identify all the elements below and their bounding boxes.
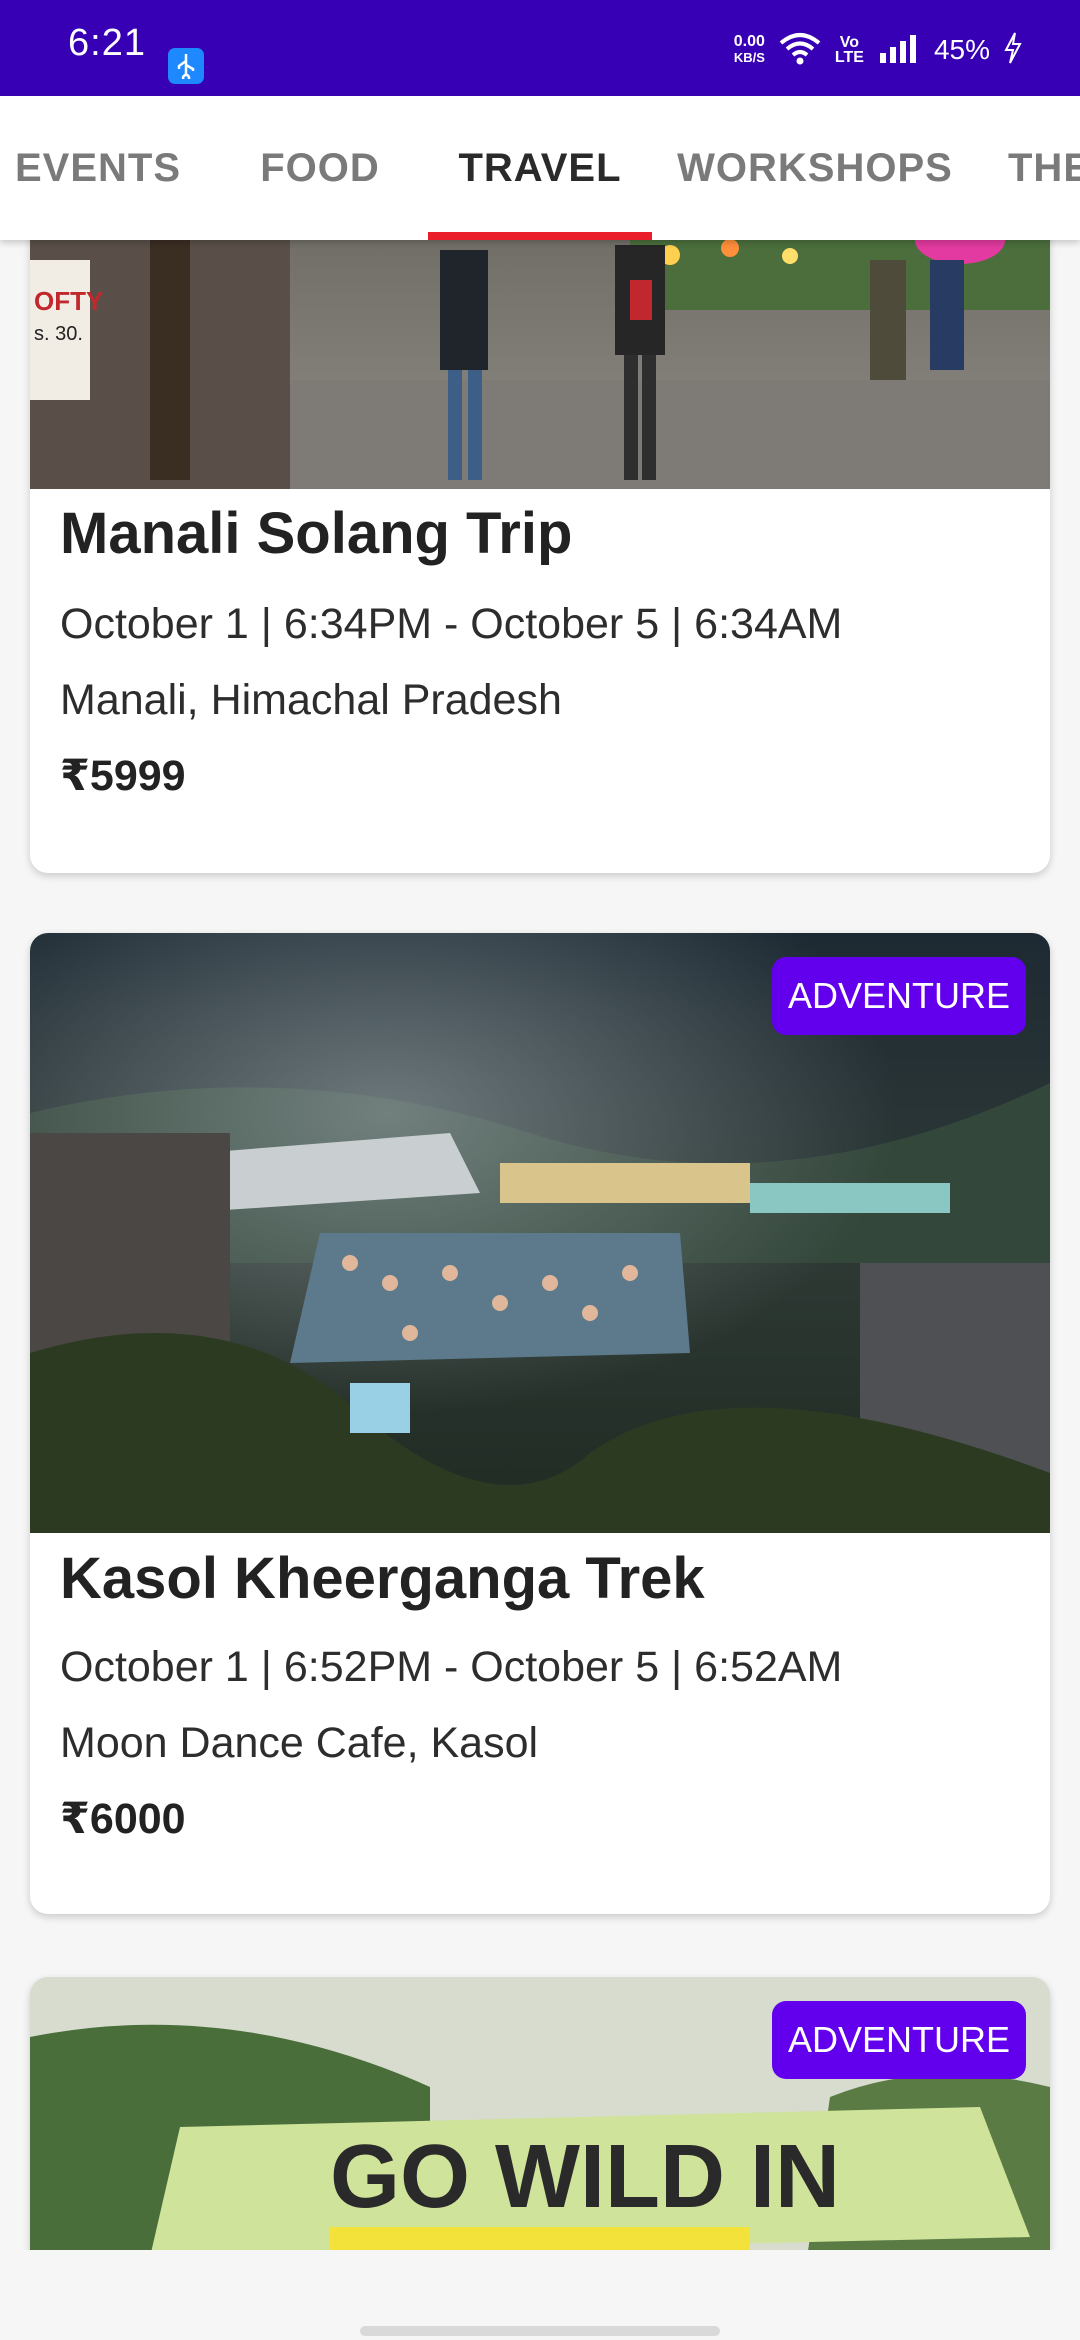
tab-the[interactable]: THE [1008, 96, 1080, 240]
event-price: ₹5999 [60, 752, 186, 800]
event-card[interactable]: OFTY s. 30. Manali Solang Trip October 1… [30, 240, 1050, 873]
usb-icon [168, 48, 204, 84]
status-bar: 6:21 0.00 KB/S Vo LTE 45% [0, 0, 1080, 96]
svg-text:GO WILD IN: GO WILD IN [330, 2127, 840, 2227]
status-time: 6:21 [68, 22, 146, 64]
category-tabs: EVENTS FOOD TRAVEL WORKSHOPS THE [0, 96, 1080, 240]
event-card[interactable]: ADVENTURE Kasol Kheerganga Trek October … [30, 933, 1050, 1914]
svg-text:OFTY: OFTY [34, 286, 103, 316]
category-badge: ADVENTURE [771, 957, 1026, 1035]
gesture-nav-bar[interactable] [360, 2326, 720, 2336]
volte-indicator: Vo LTE [834, 34, 864, 66]
charging-icon [1004, 32, 1022, 69]
event-title: Kasol Kheerganga Trek [60, 1546, 705, 1611]
category-badge: ADVENTURE [771, 2001, 1026, 2079]
wifi-icon [779, 31, 821, 70]
event-image: GO WILD IN ADVENTURE [30, 1977, 1050, 2250]
tab-travel[interactable]: TRAVEL [428, 96, 652, 240]
network-speed: 0.00 KB/S [733, 33, 765, 66]
event-image: ADVENTURE [30, 933, 1050, 1533]
tab-indicator [428, 232, 652, 240]
event-image: OFTY s. 30. [30, 240, 1050, 489]
tab-events[interactable]: EVENTS [0, 96, 196, 240]
event-card[interactable]: GO WILD IN ADVENTURE [30, 1977, 1050, 2250]
signal-icon [878, 33, 920, 68]
event-price: ₹6000 [60, 1795, 186, 1843]
battery-percent: 45% [933, 34, 990, 65]
tab-food[interactable]: FOOD [240, 96, 400, 240]
event-title: Manali Solang Trip [60, 501, 573, 566]
travel-event-list: OFTY s. 30. Manali Solang Trip October 1… [0, 240, 1080, 2250]
event-datetime: October 1 | 6:34PM - October 5 | 6:34AM [60, 600, 843, 648]
event-datetime: October 1 | 6:52PM - October 5 | 6:52AM [60, 1643, 843, 1691]
event-location: Manali, Himachal Pradesh [60, 676, 562, 724]
svg-text:s. 30.: s. 30. [34, 323, 83, 345]
tab-workshops[interactable]: WORKSHOPS [677, 96, 952, 240]
event-location: Moon Dance Cafe, Kasol [60, 1719, 539, 1767]
